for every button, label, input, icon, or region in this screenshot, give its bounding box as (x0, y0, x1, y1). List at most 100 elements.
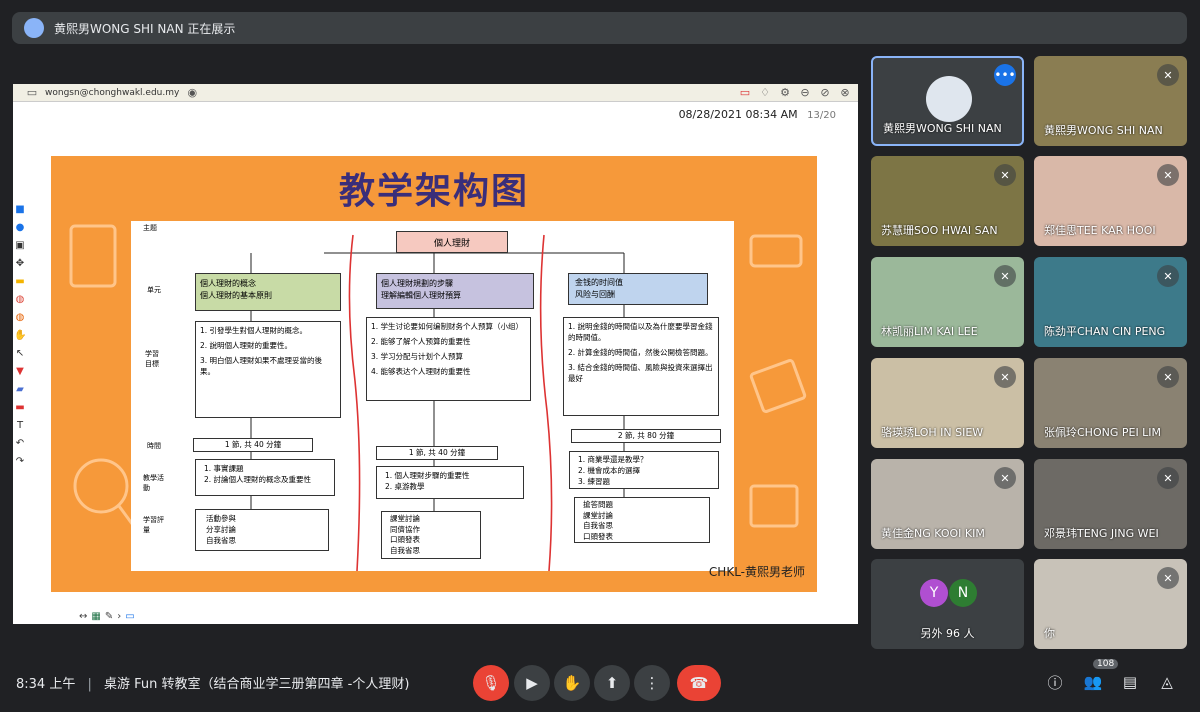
mic-toggle-button[interactable]: 🎙 (473, 665, 509, 701)
mic-off-icon: ✕ (1157, 164, 1179, 186)
raise-hand-button[interactable]: ✋ (554, 665, 590, 701)
screen-icon[interactable]: ▭ (125, 611, 138, 622)
participant-tile[interactable]: ✕ 郑佳思TEE KAR HOOI (1034, 156, 1187, 246)
col2-goals: 1. 学生讨论要如何编制财务个人预算（小组） 2. 能够了解个人预算的重要性 3… (366, 317, 531, 401)
participant-name: 你 (1044, 627, 1055, 640)
diagram-root: 個人理財 (396, 231, 508, 253)
hand-icon[interactable]: ✋ (14, 330, 26, 342)
participant-tile[interactable]: ✕ 黄佳金NG KOOI KIM (871, 459, 1024, 549)
col2-goal: 3. 学习分配与计划个人预算 (371, 352, 464, 361)
participant-name: 黄熙男WONG SHI NAN (883, 122, 1002, 135)
chat-icon[interactable]: ▤ (1117, 669, 1143, 695)
participant-name: 黄佳金NG KOOI KIM (881, 527, 985, 540)
bell-icon[interactable]: ♢ (758, 86, 772, 100)
restore-icon[interactable]: ⊘ (818, 86, 832, 100)
close-icon[interactable]: ⊗ (838, 86, 852, 100)
meeting-controls-bar: 8:34 上午 | 桌游 Fun 转教室（结合商业学三册第四章 -个人理财) 🎙… (0, 655, 1200, 712)
pen-icon[interactable]: ▼ (14, 366, 26, 378)
nav-arrow-icon[interactable]: ↔ (79, 611, 91, 622)
col3-goals: 1. 說明金錢的時間值以及為什麼要學習金錢的時間值。 2. 計算金錢的時間值，然… (563, 317, 719, 416)
col3-time: 2 節, 共 80 分鐘 (571, 429, 721, 443)
eraser-icon[interactable]: ▰ (14, 384, 26, 396)
col3-activities: 1. 商業學還是教學？ 2. 機會成本的選擇 3. 練習題 (569, 451, 719, 489)
root-text: 個人理財 (433, 238, 470, 249)
slide-title: 教学架构图 (338, 170, 529, 212)
col2-time: 1 節, 共 40 分鐘 (376, 446, 498, 460)
presenter-banner: 黄熙男WONG SHI NAN 正在展示 (12, 12, 1187, 44)
mic-off-icon: ✕ (1157, 567, 1179, 589)
mic-off-icon: ✕ (1157, 64, 1179, 86)
folder-icon[interactable]: ▬ (14, 276, 26, 288)
col1-time: 1 節, 共 40 分鐘 (193, 438, 313, 452)
activities-icon[interactable]: ◬ (1154, 669, 1180, 695)
row-label-time: 時間 (147, 442, 161, 450)
col1-activities: 1. 事實課題 2. 討論個人理財的概念及重要性 (195, 459, 335, 496)
participant-name: 邓景玮TENG JING WEI (1044, 527, 1159, 540)
excel-icon[interactable]: ▦ (91, 611, 104, 622)
participant-tile[interactable]: ✕ 陈劲平CHAN CIN PENG (1034, 257, 1187, 347)
people-icon[interactable]: 👥 (1080, 669, 1106, 695)
col2-assess: 同儕協作 (390, 524, 420, 534)
col3-activity: 3. 練習題 (578, 477, 611, 486)
others-tile[interactable]: Y N 另外 96 人 (871, 559, 1024, 649)
presenter-label: 黄熙男WONG SHI NAN 正在展示 (54, 21, 236, 36)
col3-assess: 自我省思 (583, 521, 613, 530)
redo-icon[interactable]: ↷ (14, 456, 26, 468)
participant-tile[interactable]: ✕ 张佩玲CHONG PEI LIM (1034, 358, 1187, 448)
leave-call-button[interactable]: ☎ (677, 665, 721, 701)
more-options-button[interactable]: ⋮ (634, 665, 670, 701)
chrome-icon[interactable]: ◍ (14, 294, 26, 306)
participant-name: 黄熙男WONG SHI NAN (1044, 124, 1163, 137)
participant-name: 郑佳思TEE KAR HOOI (1044, 224, 1156, 237)
participant-tile[interactable]: ✕ 黄熙男WONG SHI NAN (1034, 56, 1187, 146)
firefox-icon[interactable]: ◍ (14, 312, 26, 324)
col2-assess: 自我省思 (390, 545, 420, 555)
col3-activity: 2. 機會成本的選擇 (578, 466, 641, 475)
shared-screen: ▭ wongsn@chonghwakl.edu.my ◉ ▭ ♢ ⚙ ⊖ ⊘ ⊗… (13, 84, 858, 624)
participant-tile[interactable]: ✕ 苏慧珊SOO HWAI SAN (871, 156, 1024, 246)
present-button[interactable]: ⬆ (594, 665, 630, 701)
pointer-icon[interactable]: ↖ (14, 348, 26, 360)
participant-name: 张佩玲CHONG PEI LIM (1044, 426, 1162, 439)
undo-icon[interactable]: ↶ (14, 438, 26, 450)
people-count-badge: 108 (1093, 659, 1119, 669)
participant-name: 陈劲平CHAN CIN PENG (1044, 325, 1166, 338)
mic-off-icon: ✕ (1157, 265, 1179, 287)
col2-activities: 1. 個人理財步驟的重要性 2. 桌游教學 (376, 466, 524, 499)
col1-goal: 3. 明白個人理財如果不處理妥當的後果。 (200, 356, 323, 376)
account-email: wongsn@chonghwakl.edu.my (45, 87, 180, 98)
col2-activity: 1. 個人理財步驟的重要性 (385, 471, 470, 480)
camera-icon[interactable]: ▣ (14, 240, 26, 252)
col2-activity: 2. 桌游教學 (385, 482, 425, 491)
windows-icon[interactable]: ■ (14, 204, 26, 216)
marker-icon[interactable]: ▬ (14, 402, 26, 414)
participant-tile[interactable]: ✕ 林凯丽LIM KAI LEE (871, 257, 1024, 347)
col2-goal: 2. 能够了解个人预算的重要性 (371, 337, 471, 346)
mic-off-icon: ✕ (994, 265, 1016, 287)
text-icon[interactable]: T (14, 420, 26, 432)
move-icon[interactable]: ✥ (14, 258, 26, 270)
col2-goal: 1. 学生讨论要如何编制财务个人预算（小组） (371, 322, 524, 331)
col3-assess: 口頭發表 (583, 531, 613, 541)
participant-tile[interactable]: ✕ 骆瑛琇LOH IN SIEW (871, 358, 1024, 448)
more-options-icon[interactable]: ••• (994, 64, 1016, 86)
clock: 8:34 上午 (16, 677, 76, 692)
col1-activity: 1. 事實課題 (204, 464, 244, 473)
participant-tile[interactable]: ••• 黄熙男WONG SHI NAN (871, 56, 1024, 146)
avatar-n: N (949, 579, 977, 607)
row-label-goals: 学習目標 (145, 350, 159, 368)
camera-toggle-button[interactable]: ▶ (514, 665, 550, 701)
info-icon[interactable]: ⓘ (1042, 669, 1068, 695)
gear-icon[interactable]: ⚙ (778, 86, 792, 100)
self-tile[interactable]: ✕ 你 (1034, 559, 1187, 649)
pen-tool-icon[interactable]: ✎ (105, 611, 117, 622)
others-count: 另外 96 人 (920, 627, 975, 640)
col1-assess: 自我省思 (206, 536, 236, 545)
cast-icon[interactable]: ▭ (738, 86, 752, 100)
meeting-info: 8:34 上午 | 桌游 Fun 转教室（结合商业学三册第四章 -个人理财) (16, 673, 409, 692)
people-icon[interactable]: ● (14, 222, 26, 234)
minimize-icon[interactable]: ⊖ (798, 86, 812, 100)
col2-assess: 口頭發表 (390, 535, 420, 544)
participant-tile[interactable]: ✕ 邓景玮TENG JING WEI (1034, 459, 1187, 549)
mic-off-icon: ✕ (994, 467, 1016, 489)
